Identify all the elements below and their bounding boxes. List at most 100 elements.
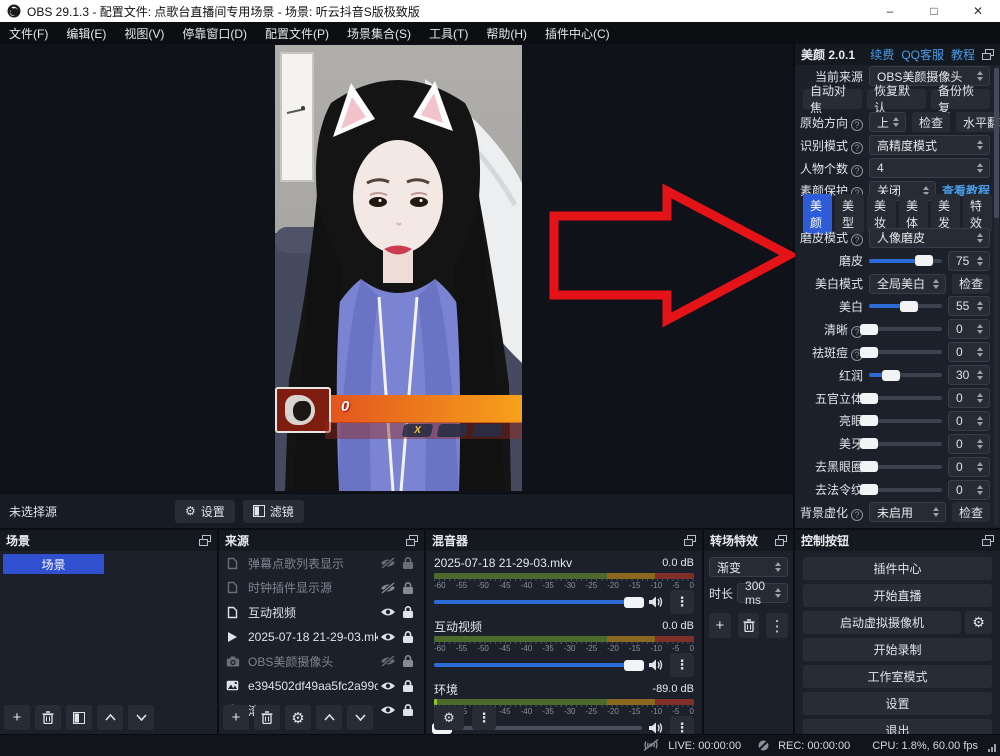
clarity-slider[interactable]	[869, 327, 942, 331]
visibility-toggle-hidden[interactable]	[378, 557, 398, 569]
visibility-toggle-visible[interactable]	[378, 704, 398, 716]
smooth-mode-select[interactable]: 人像磨皮	[869, 228, 990, 248]
menu-scene-collection[interactable]: 场景集合(S)	[338, 22, 420, 44]
virtual-camera-settings-button[interactable]: ⚙	[965, 611, 992, 634]
lock-toggle[interactable]	[398, 605, 418, 619]
teeth-value[interactable]: 0	[948, 434, 990, 454]
dark-circles-slider[interactable]	[869, 465, 942, 469]
source-row[interactable]: 弹幕点歌列表显示	[219, 551, 424, 576]
whiten-mode-select[interactable]: 全局美白	[869, 274, 946, 294]
bright-eyes-value[interactable]: 0	[948, 411, 990, 431]
mixer-menu-button[interactable]: ⋮	[472, 706, 496, 730]
remove-scene-button[interactable]	[35, 705, 61, 730]
popout-icon[interactable]	[199, 535, 211, 546]
lock-toggle[interactable]	[398, 679, 418, 693]
dark-circles-value[interactable]: 0	[948, 457, 990, 477]
minimize-button[interactable]: –	[868, 0, 912, 22]
help-icon[interactable]: ?	[851, 234, 863, 246]
remove-transition-button[interactable]	[738, 613, 760, 638]
source-filters-button[interactable]: 滤镜	[243, 500, 304, 523]
person-count-input[interactable]: 4	[869, 158, 990, 178]
renew-link[interactable]: 续费	[870, 46, 894, 63]
advanced-audio-button[interactable]: ⚙	[434, 706, 464, 730]
add-scene-button[interactable]: +	[4, 705, 30, 730]
lock-toggle[interactable]	[398, 703, 418, 717]
popout-icon[interactable]	[684, 535, 696, 546]
transition-menu-button[interactable]: ⋮	[766, 613, 788, 638]
visibility-toggle-hidden[interactable]	[378, 655, 398, 667]
studio-mode-button[interactable]: 工作室模式	[803, 665, 992, 688]
menu-help[interactable]: 帮助(H)	[477, 22, 536, 44]
visibility-toggle-visible[interactable]	[378, 680, 398, 692]
channel-menu-button[interactable]: ⋮	[670, 653, 694, 677]
source-row[interactable]: 时钟插件显示源	[219, 576, 424, 601]
lock-toggle[interactable]	[398, 654, 418, 668]
source-settings-button[interactable]: ⚙ 设置	[175, 500, 235, 523]
orientation-check-button[interactable]: 检查	[912, 112, 950, 132]
popout-icon[interactable]	[406, 535, 418, 546]
add-transition-button[interactable]: +	[709, 613, 731, 638]
rosy-slider[interactable]	[869, 373, 942, 377]
blemish-slider[interactable]	[869, 350, 942, 354]
help-icon[interactable]: ?	[851, 509, 863, 521]
add-source-button[interactable]: +	[223, 705, 249, 730]
popout-icon[interactable]	[775, 535, 787, 546]
start-streaming-button[interactable]: 开始直播	[803, 584, 992, 607]
speaker-icon[interactable]	[648, 595, 664, 609]
menu-docks[interactable]: 停靠窗口(D)	[173, 22, 256, 44]
close-button[interactable]: ✕	[956, 0, 1000, 22]
bright-eyes-slider[interactable]	[869, 419, 942, 423]
speaker-icon[interactable]	[648, 721, 664, 735]
menu-profile[interactable]: 配置文件(P)	[256, 22, 338, 44]
menu-plugin-center[interactable]: 插件中心(C)	[536, 22, 619, 44]
visibility-toggle-visible[interactable]	[378, 606, 398, 618]
scene-filters-button[interactable]	[66, 705, 92, 730]
face-3d-slider[interactable]	[869, 396, 942, 400]
detect-mode-select[interactable]: 高精度模式	[869, 135, 990, 155]
clarity-value[interactable]: 0	[948, 319, 990, 339]
source-row[interactable]: 互动视频	[219, 600, 424, 625]
help-icon[interactable]: ?	[851, 165, 863, 177]
source-row[interactable]: OBS美颜摄像头	[219, 649, 424, 674]
nasolabial-slider[interactable]	[869, 488, 942, 492]
move-scene-up-button[interactable]	[97, 705, 123, 730]
whiten-value[interactable]: 55	[948, 296, 990, 316]
autofocus-button[interactable]: 自动对焦	[803, 89, 862, 109]
restore-defaults-button[interactable]: 恢复默认	[867, 89, 926, 109]
source-row[interactable]: e394502df49aa5fc2a99cd2e7c	[219, 674, 424, 699]
move-scene-down-button[interactable]	[128, 705, 154, 730]
start-recording-button[interactable]: 开始录制	[803, 638, 992, 661]
help-icon[interactable]: ?	[851, 142, 863, 154]
source-row[interactable]: 2025-07-18 21-29-03.mkv	[219, 625, 424, 650]
maximize-button[interactable]: □	[912, 0, 956, 22]
qq-support-link[interactable]: QQ客服	[901, 46, 944, 63]
duration-input[interactable]: 300 ms	[737, 583, 788, 603]
scene-item-selected[interactable]: 场景	[3, 554, 104, 574]
move-source-down-button[interactable]	[347, 705, 373, 730]
preview-area[interactable]: 0 X	[0, 44, 793, 493]
teeth-slider[interactable]	[869, 442, 942, 446]
remove-source-button[interactable]	[254, 705, 280, 730]
settings-button[interactable]: 设置	[803, 692, 992, 715]
whiten-check-button[interactable]: 检查	[952, 274, 990, 294]
lock-toggle[interactable]	[398, 581, 418, 595]
rosy-value[interactable]: 30	[948, 365, 990, 385]
popout-icon[interactable]	[982, 49, 994, 60]
beauty-scrollbar[interactable]	[994, 66, 999, 526]
lock-toggle[interactable]	[398, 630, 418, 644]
whiten-slider[interactable]	[869, 304, 942, 308]
volume-slider[interactable]	[434, 600, 642, 604]
bg-blur-check-button[interactable]: 检查	[952, 502, 990, 522]
smooth-slider[interactable]	[869, 259, 942, 263]
face-3d-value[interactable]: 0	[948, 388, 990, 408]
start-virtual-camera-button[interactable]: 启动虚拟摄像机	[803, 611, 961, 634]
plugin-center-button[interactable]: 插件中心	[803, 557, 992, 580]
menu-file[interactable]: 文件(F)	[0, 22, 57, 44]
bg-blur-select[interactable]: 未启用	[869, 502, 946, 522]
channel-menu-button[interactable]: ⋮	[670, 590, 694, 614]
tutorial-link[interactable]: 教程	[951, 46, 975, 63]
move-source-up-button[interactable]	[316, 705, 342, 730]
menu-edit[interactable]: 编辑(E)	[57, 22, 115, 44]
transition-select[interactable]: 渐变	[709, 557, 788, 577]
lock-toggle[interactable]	[398, 556, 418, 570]
